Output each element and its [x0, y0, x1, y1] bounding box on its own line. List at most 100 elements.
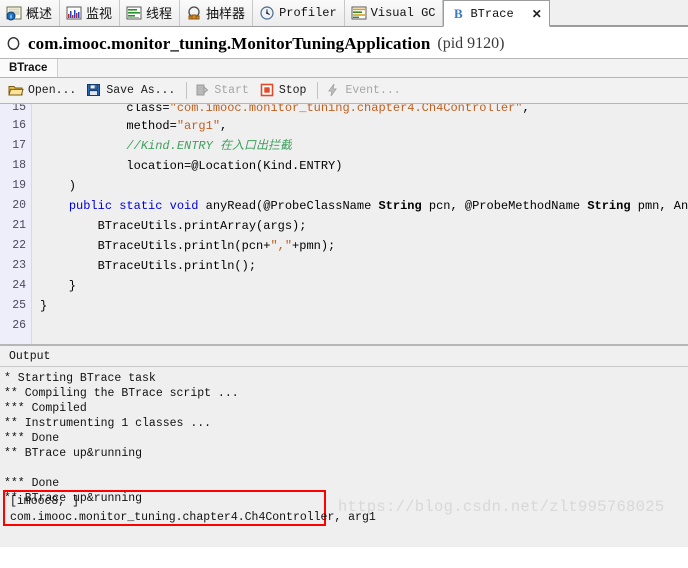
tab-btrace[interactable]: B BTrace ✕	[443, 0, 550, 27]
highlight-line-2: com.imooc.monitor_tuning.chapter4.Ch4Con…	[10, 511, 376, 524]
code-line-number: 16	[12, 119, 26, 132]
tab-label-btrace: BTrace	[470, 6, 514, 21]
output-line: *** Done	[4, 432, 60, 445]
code-line-text: public static void anyRead(@ProbeClassNa…	[68, 199, 688, 213]
process-pid: (pid 9120)	[437, 34, 505, 52]
btrace-script-editor[interactable]: 15 class="com.imooc.monitor_tuning.chapt…	[0, 104, 688, 345]
tabstrip-filler	[549, 0, 688, 26]
output-panel-header: Output	[0, 345, 688, 367]
event-button-label: Event...	[345, 84, 401, 97]
code-line-text: location=@Location(Kind.ENTRY)	[40, 159, 343, 173]
code-line-number: 17	[12, 139, 26, 152]
output-line: * Starting BTrace task	[4, 372, 156, 385]
open-button[interactable]: Open...	[5, 82, 83, 99]
output-line: *** Compiled	[4, 402, 87, 415]
tab-label-threads: 线程	[146, 5, 173, 21]
code-line-text: class="com.imooc.monitor_tuning.chapter4…	[40, 104, 530, 115]
code-line: 16 method="arg1",	[0, 116, 688, 136]
save-as-button-label: Save As...	[106, 84, 176, 97]
output-panel-title: Output	[9, 349, 51, 363]
code-line: 20 public static void anyRead(@ProbeClas…	[0, 196, 688, 216]
close-icon[interactable]: ✕	[532, 8, 542, 20]
output-log-lines: * Starting BTrace task ** Compiling the B…	[4, 371, 688, 506]
code-line: 19 )	[0, 176, 688, 196]
code-line-number: 23	[12, 259, 26, 272]
output-line: ** BTrace up&running	[4, 447, 143, 460]
code-line: 23 BTraceUtils.println();	[0, 256, 688, 276]
floppy-save-icon	[86, 83, 102, 98]
code-line-text: //Kind.ENTRY 在入口出拦截	[40, 139, 293, 153]
btrace-icon: B	[450, 6, 466, 21]
code-line-text: BTraceUtils.println();	[40, 259, 257, 273]
svg-text:B: B	[454, 6, 463, 21]
process-icon	[6, 36, 21, 51]
tab-threads[interactable]: 线程	[120, 0, 181, 26]
code-line-number: 19	[12, 179, 26, 192]
code-line: 17 //Kind.ENTRY 在入口出拦截	[0, 136, 688, 156]
highlighted-output-box: [imooc8, ] com.imooc.monitor_tuning.chap…	[3, 490, 376, 526]
process-title-bar: com.imooc.monitor_tuning.MonitorTuningAp…	[0, 27, 688, 58]
code-line-number: 26	[12, 319, 26, 332]
code-line-number: 24	[12, 279, 26, 292]
code-line: 25}	[0, 296, 688, 316]
code-line: 18 location=@Location(Kind.ENTRY)	[0, 156, 688, 176]
code-line-text: BTraceUtils.println(pcn+","+pmn);	[40, 239, 336, 253]
tab-profiler[interactable]: Profiler	[253, 0, 345, 26]
start-button-label: Start	[214, 84, 249, 97]
code-line-number: 25	[12, 299, 26, 312]
editor-code-lines[interactable]: 15 class="com.imooc.monitor_tuning.chapt…	[0, 104, 688, 344]
inner-tab-btrace[interactable]: BTrace	[0, 59, 59, 77]
open-button-label: Open...	[28, 84, 77, 97]
code-line: 26	[0, 316, 688, 336]
stop-icon	[259, 83, 275, 98]
output-line: ** Compiling the BTrace script ...	[4, 387, 239, 400]
output-line: *** Done	[4, 477, 60, 490]
tab-sampler[interactable]: 抽样器	[180, 0, 254, 26]
code-line-number: 20	[12, 199, 26, 212]
stop-button-label: Stop	[278, 84, 307, 97]
tab-label-monitor: 监视	[86, 5, 113, 21]
profiler-icon	[259, 5, 275, 21]
code-line-number: 22	[12, 239, 26, 252]
folder-open-icon	[8, 83, 24, 98]
event-button[interactable]: Event...	[322, 82, 407, 99]
tab-overview[interactable]: 概述	[0, 0, 61, 26]
monitor-icon	[66, 6, 82, 21]
output-line: ** Instrumenting 1 classes ...	[4, 417, 212, 430]
visualgc-icon	[351, 6, 367, 21]
toolbar-separator-2	[317, 82, 319, 99]
lightning-bolt-icon	[325, 83, 341, 98]
tab-monitor[interactable]: 监视	[60, 0, 121, 26]
code-line-text: method="arg1",	[40, 119, 228, 133]
btrace-inner-tabrow: BTrace	[0, 58, 688, 78]
highlight-line-1: [imooc8, ]	[10, 495, 80, 508]
stop-button[interactable]: Stop	[256, 82, 314, 99]
overview-icon	[6, 6, 22, 21]
page-title: com.imooc.monitor_tuning.MonitorTuningAp…	[28, 33, 431, 53]
code-line-text: )	[40, 179, 77, 193]
tab-visual-gc[interactable]: Visual GC	[344, 0, 444, 26]
code-line-text: }	[40, 299, 48, 313]
sampler-icon	[186, 5, 202, 21]
tab-label-sampler: 抽样器	[206, 5, 246, 21]
tab-label-visual-gc: Visual GC	[370, 6, 436, 20]
start-button[interactable]: Start	[191, 82, 256, 99]
save-as-button[interactable]: Save As...	[83, 82, 182, 99]
code-line: 24 }	[0, 276, 688, 296]
code-line-number: 18	[12, 159, 26, 172]
code-line: 22 BTraceUtils.println(pcn+","+pmn);	[0, 236, 688, 256]
btrace-toolbar: Open... Save As... Start Stop Event...	[0, 78, 688, 104]
code-line-text: }	[40, 279, 77, 293]
toolbar-separator-1	[186, 82, 188, 99]
output-panel-body[interactable]: * Starting BTrace task ** Compiling the B…	[0, 367, 688, 547]
start-icon	[194, 83, 210, 98]
threads-icon	[126, 6, 142, 21]
code-line: 21 BTraceUtils.printArray(args);	[0, 216, 688, 236]
code-line: 15 class="com.imooc.monitor_tuning.chapt…	[0, 104, 688, 116]
code-line-text: BTraceUtils.printArray(args);	[40, 219, 307, 233]
tab-label-profiler: Profiler	[279, 6, 337, 20]
code-line-number: 15	[12, 104, 26, 114]
main-tabstrip: 概述 监视 线程 抽样器 Profiler Visual GC B BTrace…	[0, 0, 688, 27]
